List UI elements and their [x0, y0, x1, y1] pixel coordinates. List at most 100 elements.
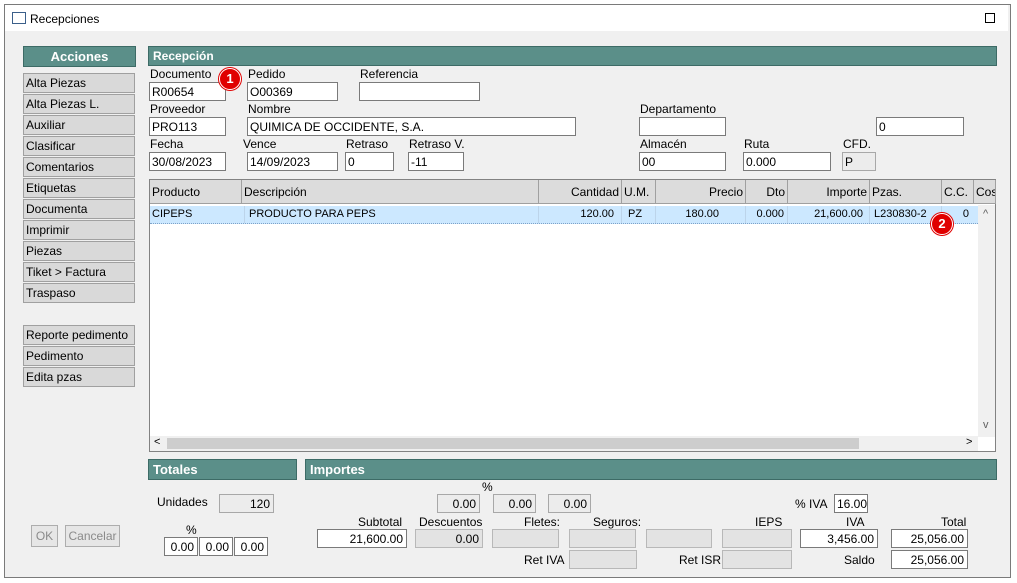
cell-importe[interactable]: 21,600.00	[789, 208, 863, 220]
sidebar-button[interactable]: Piezas	[23, 241, 135, 261]
scroll-right-icon[interactable]: >	[966, 436, 972, 448]
departamento-label: Departamento	[640, 102, 717, 116]
importes-pct-field-3: 0.00	[548, 494, 591, 513]
totales-pct-field-1[interactable]: 0.00	[164, 537, 198, 556]
fecha-label: Fecha	[150, 137, 184, 151]
sidebar-button[interactable]: Traspaso	[23, 283, 135, 303]
referencia-field[interactable]	[359, 82, 480, 101]
ruta-label: Ruta	[744, 137, 770, 151]
importes-pct-field-2: 0.00	[493, 494, 536, 513]
sidebar-button[interactable]: Tiket > Factura	[23, 262, 135, 282]
proveedor-field[interactable]: PRO113	[149, 117, 226, 136]
fletes-label: Fletes:	[524, 515, 561, 529]
cfd-label: CFD.	[843, 137, 871, 151]
column-header[interactable]: U.M.	[622, 180, 656, 204]
extra-field	[646, 529, 712, 548]
seguros-field	[569, 529, 636, 548]
cell-um[interactable]: PZ	[628, 208, 642, 220]
iva-pct-label: % IVA	[795, 497, 828, 511]
title-bar	[5, 5, 1008, 31]
seguros-label: Seguros:	[593, 515, 642, 529]
sidebar-button[interactable]: Documenta	[23, 199, 135, 219]
pedido-label: Pedido	[248, 67, 286, 81]
iva-field[interactable]: 3,456.00	[800, 529, 878, 548]
cell-cantidad[interactable]: 120.00	[540, 208, 614, 220]
marker-badge-1: 1	[219, 68, 241, 90]
column-header[interactable]: Importe	[788, 180, 870, 204]
column-header[interactable]: Descripción	[242, 180, 539, 204]
sidebar-button[interactable]: Auxiliar	[23, 115, 135, 135]
ok-button[interactable]: OK	[31, 525, 58, 547]
sidebar-button[interactable]: Comentarios	[23, 157, 135, 177]
retraso-label: Retraso	[346, 137, 389, 151]
scroll-down-icon[interactable]: v	[983, 419, 989, 431]
unidades-label: Unidades	[157, 495, 208, 509]
nombre-label: Nombre	[248, 102, 291, 116]
acciones-header: Acciones	[23, 46, 136, 67]
cell-producto[interactable]: CIPEPS	[152, 208, 192, 220]
cell-precio[interactable]: 180.00	[657, 208, 719, 220]
window-icon	[12, 12, 26, 24]
departamento-extra-field[interactable]: 0	[876, 117, 964, 136]
recepcion-header: Recepción	[148, 46, 997, 66]
cell-descripcion[interactable]: PRODUCTO PARA PEPS	[249, 208, 376, 220]
horizontal-scroll-thumb[interactable]	[167, 438, 859, 449]
pedido-field[interactable]: O00369	[247, 82, 338, 101]
sidebar-button[interactable]: Pedimento	[23, 346, 135, 366]
cancelar-button[interactable]: Cancelar	[65, 525, 120, 547]
departamento-field[interactable]	[639, 117, 726, 136]
iva-pct-field[interactable]: 16.00	[834, 494, 868, 513]
retraso-v-label: Retraso V.	[409, 137, 465, 151]
scroll-left-icon[interactable]: <	[154, 436, 160, 448]
saldo-field[interactable]: 25,056.00	[891, 550, 968, 569]
ruta-field[interactable]: 0.000	[743, 152, 831, 171]
referencia-label: Referencia	[360, 67, 419, 81]
almacen-field[interactable]: 00	[639, 152, 726, 171]
documento-label: Documento	[150, 67, 212, 81]
importes-header: Importes	[305, 459, 997, 480]
vertical-scrollbar[interactable]	[978, 205, 995, 437]
sidebar-button[interactable]: Alta Piezas L.	[23, 94, 135, 114]
sidebar-button[interactable]: Edita pzas	[23, 367, 135, 387]
fecha-field[interactable]: 30/08/2023	[149, 152, 226, 171]
sidebar-button[interactable]: Clasificar	[23, 136, 135, 156]
cell-pzas[interactable]: L230830-2	[874, 208, 927, 220]
totales-pct-field-3[interactable]: 0.00	[234, 537, 268, 556]
vence-field[interactable]: 14/09/2023	[247, 152, 338, 171]
ret-isr-label: Ret ISR	[679, 553, 722, 567]
maximize-icon[interactable]	[985, 13, 995, 23]
sidebar-button[interactable]: Etiquetas	[23, 178, 135, 198]
subtotal-label: Subtotal	[358, 515, 403, 529]
fletes-field	[492, 529, 559, 548]
ret-iva-label: Ret IVA	[524, 553, 565, 567]
sidebar-button[interactable]: Alta Piezas	[23, 73, 135, 93]
totales-pct-field-2[interactable]: 0.00	[199, 537, 233, 556]
sidebar-button[interactable]: Reporte pedimento	[23, 325, 135, 345]
nombre-field[interactable]: QUIMICA DE OCCIDENTE, S.A.	[247, 117, 576, 136]
unidades-field: 120	[219, 494, 274, 513]
cfd-field: P	[842, 152, 876, 171]
column-header[interactable]: Producto	[150, 180, 242, 204]
column-header[interactable]: Precio	[656, 180, 746, 204]
retraso-field[interactable]: 0	[345, 152, 394, 171]
column-header[interactable]: Cos	[974, 180, 996, 204]
cell-dto[interactable]: 0.000	[747, 208, 784, 220]
subtotal-field[interactable]: 21,600.00	[317, 529, 407, 548]
scroll-up-icon[interactable]: ^	[983, 208, 988, 220]
sidebar-button[interactable]: Imprimir	[23, 220, 135, 240]
importes-pct-field-1: 0.00	[437, 494, 480, 513]
descuentos-field: 0.00	[415, 529, 483, 548]
ieps-label: IEPS	[755, 515, 783, 529]
total-field[interactable]: 25,056.00	[891, 529, 968, 548]
ret-isr-field	[722, 550, 792, 569]
ieps-field	[722, 529, 792, 548]
retraso-v-field[interactable]: -11	[408, 152, 464, 171]
ret-iva-field	[569, 550, 637, 569]
documento-field[interactable]: R00654	[149, 82, 226, 101]
column-header[interactable]: C.C.	[942, 180, 974, 204]
column-header[interactable]: Pzas.	[870, 180, 942, 204]
column-header[interactable]: Dto	[746, 180, 788, 204]
totales-pct-label: %	[186, 523, 197, 537]
total-label: Total	[941, 515, 967, 529]
column-header[interactable]: Cantidad	[539, 180, 622, 204]
